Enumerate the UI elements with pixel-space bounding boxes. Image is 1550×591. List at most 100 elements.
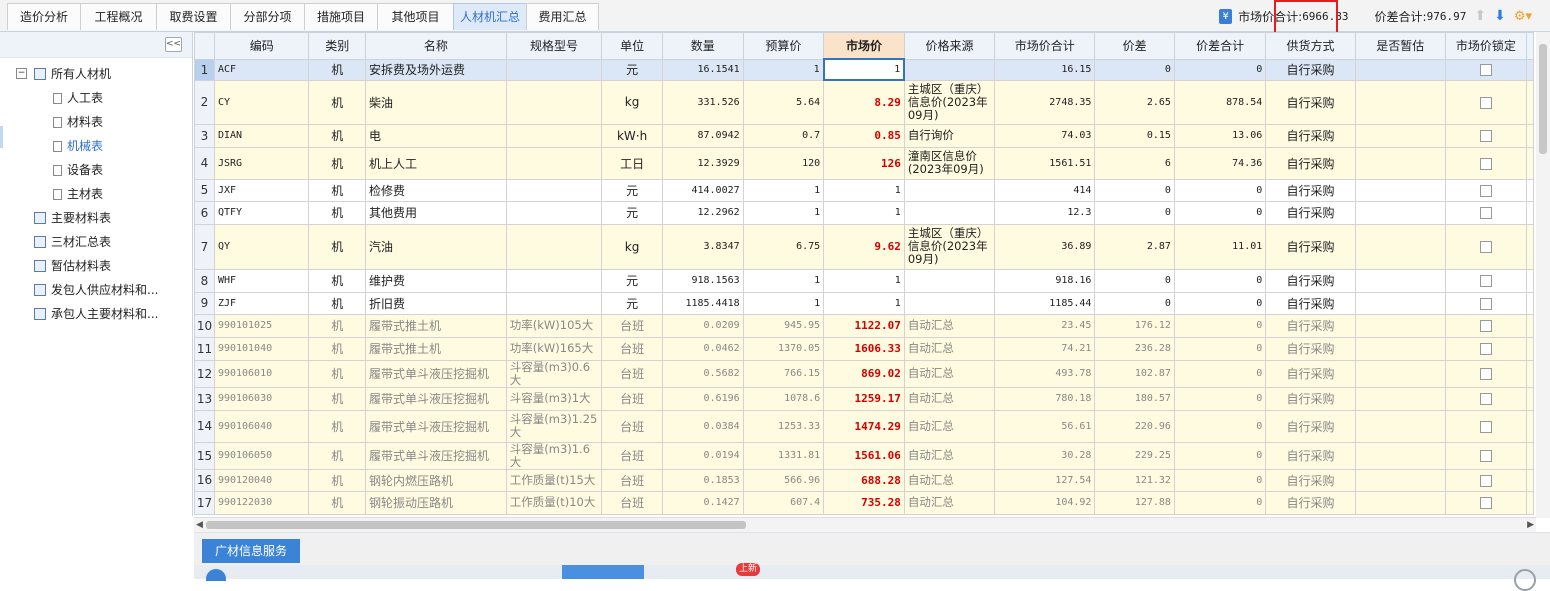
table-row[interactable]: 3 DIAN 机电 kW·h 87.0942 0.7 0.85 自行询价 74.03 0.15 13…	[194, 123, 1534, 148]
table-row[interactable]: 10 990101025 机履带式推土机 功率(kW)105大 台班 0.0209 945.…	[194, 313, 1534, 338]
tree-item-other-0[interactable]: 主要材料表	[34, 208, 111, 228]
cell-market[interactable]: 1122.07	[823, 313, 905, 338]
cell-lock[interactable]	[1444, 336, 1528, 361]
tree-item-other-4[interactable]: 承包人主要材料和...	[34, 304, 158, 324]
lock-checkbox[interactable]	[1479, 393, 1492, 405]
lock-checkbox[interactable]	[1479, 157, 1492, 170]
cell-lock[interactable]	[1444, 123, 1528, 148]
vertical-scrollbar[interactable]	[1536, 32, 1550, 518]
cell-lock[interactable]	[1444, 490, 1528, 515]
tab-2[interactable]: 取费设置	[156, 3, 230, 30]
cell-market[interactable]: 1561.06	[823, 441, 905, 470]
table-row[interactable]: 15 990106050 机履带式单斗液压挖掘机 斗容量(m3)1.6大 台班 0.019…	[194, 441, 1534, 470]
cell-lock[interactable]	[1444, 386, 1528, 411]
table-row[interactable]: 14 990106040 机履带式单斗液压挖掘机 斗容量(m3)1.25大 台班 0.03…	[194, 409, 1534, 443]
column-header-11[interactable]: 价差合计	[1173, 32, 1267, 60]
column-header-1[interactable]: 类别	[308, 32, 366, 60]
column-header-12[interactable]: 供货方式	[1265, 32, 1356, 60]
table-row[interactable]: 17 990122030 机钢轮振动压路机 工作质量(t)10大 台班 0.1427 607…	[194, 490, 1534, 515]
column-header-7[interactable]: 市场价	[823, 32, 905, 60]
column-header-14[interactable]: 市场价锁定	[1444, 32, 1528, 60]
horizontal-scrollbar[interactable]: ◀ ▶	[194, 517, 1536, 532]
column-header-0[interactable]: 编码	[213, 32, 310, 60]
lock-checkbox[interactable]	[1479, 207, 1492, 219]
cell-market[interactable]: 1259.17	[823, 386, 905, 411]
table-row[interactable]: 1 ACF 机安拆费及场外运费元 16.1541 1 1 16.15 0 0 自行采购	[194, 58, 1534, 81]
lock-checkbox[interactable]	[1479, 297, 1492, 310]
lock-checkbox[interactable]	[1479, 420, 1492, 433]
cell-market[interactable]: 1	[822, 58, 906, 81]
table-row[interactable]: 9 ZJF 机折旧费元 1185.4418 1 1 1185.44 0 0 自行采购	[194, 291, 1534, 315]
column-header-4[interactable]: 单位	[601, 32, 663, 60]
table-row[interactable]: 13 990106030 机履带式单斗液压挖掘机 斗容量(m3)1大 台班 0.6196 1…	[194, 386, 1534, 411]
column-header-6[interactable]: 预算价	[742, 32, 825, 60]
cell-market[interactable]: 1	[823, 178, 905, 202]
cell-lock[interactable]	[1444, 200, 1528, 225]
cell-lock[interactable]	[1444, 79, 1528, 125]
tree-item-child-3[interactable]: 设备表	[53, 160, 103, 180]
table-row[interactable]: 12 990106010 机履带式单斗液压挖掘机 斗容量(m3)0.6大 台班 0.568…	[194, 359, 1534, 388]
lock-checkbox[interactable]	[1479, 368, 1492, 380]
cell-market[interactable]: 1	[823, 200, 905, 225]
cell-market[interactable]: 0.85	[823, 123, 905, 148]
cell-lock[interactable]	[1444, 223, 1528, 270]
tab-4[interactable]: 措施项目	[304, 3, 377, 30]
collapse-button[interactable]: <<	[165, 37, 182, 52]
table-row[interactable]: 11 990101040 机履带式推土机 功率(kW)165大 台班 0.0462 1370…	[194, 336, 1534, 361]
table-row[interactable]: 16 990120040 机钢轮内燃压路机 工作质量(t)15大 台班 0.1853 566…	[194, 468, 1534, 492]
tab-3[interactable]: 分部分项	[230, 3, 304, 30]
tab-6[interactable]: 人材机汇总	[453, 3, 526, 30]
cell-lock[interactable]	[1444, 178, 1528, 202]
cell-market[interactable]: 735.28	[823, 490, 905, 515]
tab-7[interactable]: 费用汇总	[526, 3, 599, 30]
column-header-13[interactable]: 是否暂估	[1354, 32, 1446, 60]
cell-market[interactable]: 1606.33	[823, 336, 905, 361]
settings-icon[interactable]: ⚙▾	[1514, 9, 1532, 24]
lock-checkbox[interactable]	[1479, 275, 1492, 287]
lock-checkbox[interactable]	[1479, 343, 1492, 355]
bottom-tab-service[interactable]: 广材信息服务	[202, 539, 301, 563]
column-header-10[interactable]: 价差	[1094, 32, 1175, 60]
lock-checkbox[interactable]	[1479, 241, 1492, 253]
lock-checkbox[interactable]	[1479, 474, 1492, 487]
tree-item-other-1[interactable]: 三材汇总表	[34, 232, 111, 252]
cell-market[interactable]: 1474.29	[823, 409, 905, 443]
tree-item-other-3[interactable]: 发包人供应材料和...	[34, 280, 158, 300]
lock-checkbox[interactable]	[1479, 64, 1492, 76]
cell-lock[interactable]	[1444, 58, 1528, 81]
cell-market[interactable]: 1	[823, 291, 905, 315]
table-row[interactable]: 8 WHF 机维护费元 918.1563 1 1 918.16 0 0 自行采购	[194, 268, 1534, 293]
cell-market[interactable]: 869.02	[823, 359, 905, 388]
column-header-9[interactable]: 市场价合计	[994, 32, 1096, 60]
column-header-8[interactable]: 价格来源	[903, 32, 996, 60]
column-header-5[interactable]: 数量	[661, 32, 744, 60]
bottom-blue-tab[interactable]	[562, 565, 644, 579]
table-row[interactable]: 4 JSRG 机机上人工 工日 12.3929 120 126 潼南区信息价(2023年09月…	[194, 146, 1534, 180]
lock-checkbox[interactable]	[1479, 450, 1492, 462]
tab-0[interactable]: 造价分析	[7, 3, 80, 30]
cell-market[interactable]: 9.62	[823, 223, 905, 270]
move-up-icon[interactable]: ⬆	[1474, 8, 1486, 24]
cell-market[interactable]: 1	[823, 268, 905, 293]
table-row[interactable]: 7 QY 机汽油 kg 3.8347 6.75 9.62 主城区（重庆）信息价(2023年09…	[194, 223, 1534, 270]
lock-checkbox[interactable]	[1479, 497, 1492, 509]
tab-1[interactable]: 工程概况	[80, 3, 156, 30]
lock-checkbox[interactable]	[1479, 184, 1492, 197]
cell-lock[interactable]	[1444, 468, 1528, 492]
cell-lock[interactable]	[1444, 313, 1528, 338]
table-row[interactable]: 5 JXF 机检修费元 414.0027 1 1 414 0 0 自行采购	[194, 178, 1534, 202]
tree-item-child-1[interactable]: 材料表	[53, 112, 103, 132]
tree-expander[interactable]: −	[16, 68, 27, 79]
cell-lock[interactable]	[1444, 441, 1528, 470]
cell-lock[interactable]	[1444, 291, 1528, 315]
table-row[interactable]: 6 QTFY 机其他费用元 12.2962 1 1 12.3 0 0 自行采购	[194, 200, 1534, 225]
column-header-3[interactable]: 规格型号	[505, 32, 603, 60]
cell-lock[interactable]	[1444, 359, 1528, 388]
circle-icon[interactable]	[1514, 569, 1536, 591]
lock-checkbox[interactable]	[1479, 320, 1492, 332]
scroll-left-icon[interactable]: ◀	[196, 518, 203, 532]
cell-lock[interactable]	[1444, 409, 1528, 443]
lock-checkbox[interactable]	[1479, 130, 1492, 142]
cell-lock[interactable]	[1444, 268, 1528, 293]
tree-item-other-2[interactable]: 暂估材料表	[34, 256, 111, 276]
